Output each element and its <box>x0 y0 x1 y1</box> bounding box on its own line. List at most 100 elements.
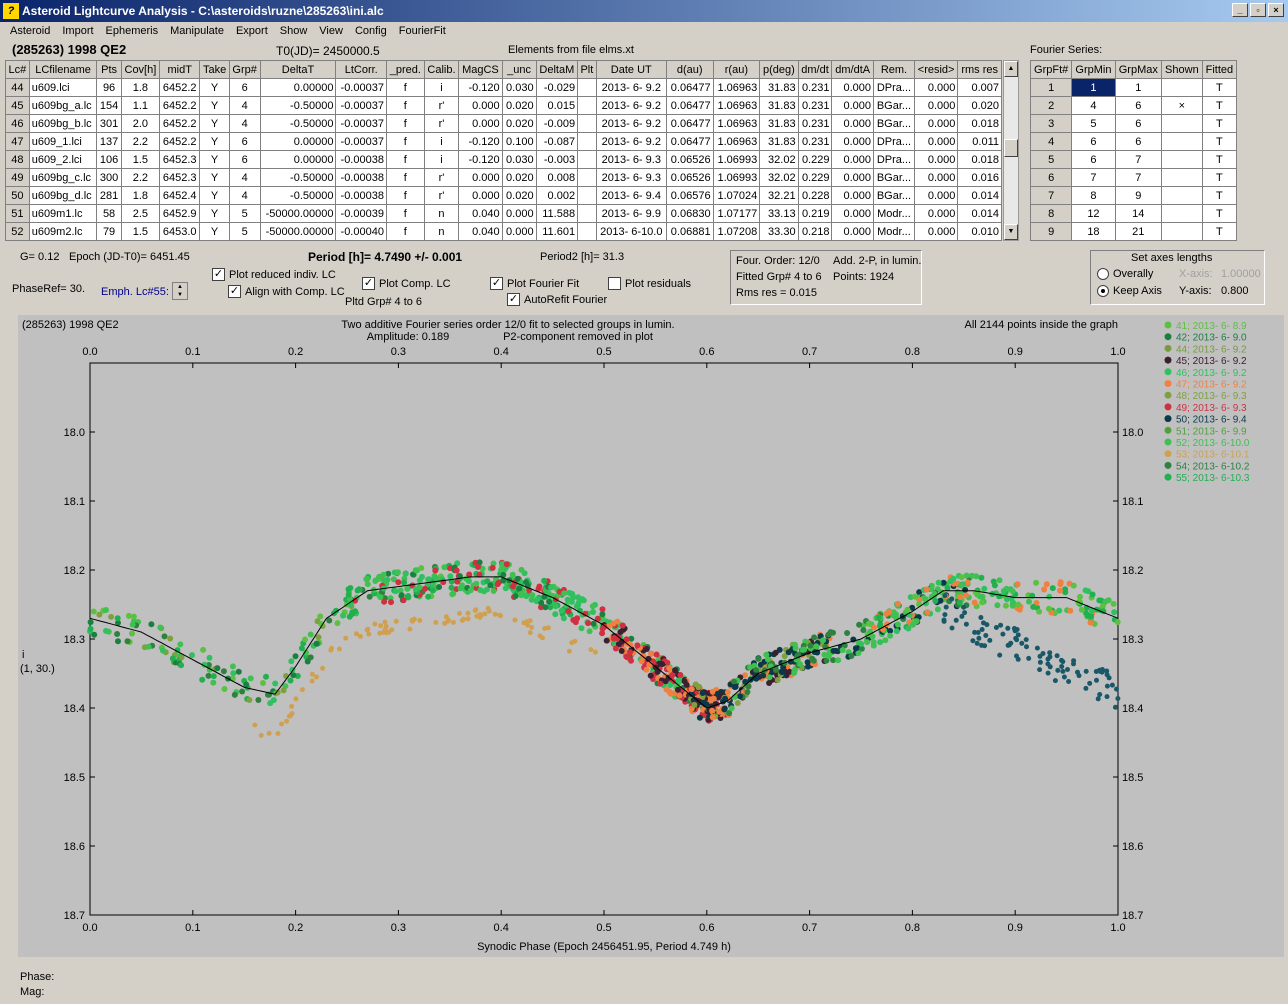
lc-column-header[interactable]: Lc# <box>5 60 30 79</box>
table-cell[interactable]: 6452.2 <box>159 96 201 115</box>
table-cell[interactable]: 1.1 <box>120 96 161 115</box>
table-cell[interactable]: 0.06477 <box>665 78 714 97</box>
close-button[interactable]: × <box>1268 3 1284 17</box>
lc-column-header[interactable]: LCfilename <box>28 60 98 79</box>
table-cell[interactable]: 1.06963 <box>712 132 761 151</box>
table-cell[interactable]: 11.601 <box>535 222 579 241</box>
table-cell[interactable]: 6452.3 <box>159 168 201 187</box>
table-cell[interactable]: × <box>1161 96 1203 115</box>
table-cell[interactable]: 0.06830 <box>665 204 714 223</box>
table-cell[interactable]: Y <box>199 96 230 115</box>
scroll-up-icon[interactable]: ▲ <box>1004 61 1018 77</box>
menu-import[interactable]: Import <box>56 23 99 41</box>
table-cell[interactable]: 0.000 <box>831 114 874 133</box>
table-cell[interactable] <box>577 96 597 115</box>
table-cell[interactable]: T <box>1201 168 1238 187</box>
table-cell[interactable]: 0.000 <box>913 168 959 187</box>
table-cell[interactable]: 6452.2 <box>159 114 201 133</box>
table-cell[interactable]: u609.lci <box>28 78 98 97</box>
table-cell[interactable]: -0.00037 <box>335 132 387 151</box>
table-cell[interactable]: 0.000 <box>831 150 874 169</box>
lc-column-header[interactable]: Cov[h] <box>120 60 161 79</box>
table-cell[interactable]: f <box>385 186 425 205</box>
table-cell[interactable]: 1.06963 <box>712 96 761 115</box>
lc-column-header[interactable]: Pts <box>96 60 122 79</box>
table-cell[interactable]: 0.002 <box>535 186 579 205</box>
table-cell[interactable] <box>1161 222 1203 241</box>
table-cell[interactable]: 2.5 <box>120 204 161 223</box>
table-cell[interactable]: 0.000 <box>831 78 874 97</box>
table-cell[interactable]: 52 <box>5 222 30 241</box>
table-cell[interactable]: 12 <box>1071 204 1116 223</box>
table-cell[interactable]: 154 <box>96 96 122 115</box>
table-cell[interactable]: BGar... <box>873 114 915 133</box>
table-cell[interactable]: 0.228 <box>797 186 833 205</box>
table-cell[interactable]: 0.06477 <box>665 132 714 151</box>
table-cell[interactable]: BGar... <box>873 186 915 205</box>
table-row[interactable]: 44 u609.lci 96 1.8 6452.2 Y 6 0.00000 -0.00037 f i… <box>5 78 1002 97</box>
table-cell[interactable]: 45 <box>5 96 30 115</box>
table-cell[interactable]: 0.040 <box>458 222 503 241</box>
table-cell[interactable]: 1.5 <box>120 222 161 241</box>
table-row[interactable]: 50 u609bg_d.lc 281 1.8 6452.4 Y 4 -0.50000 -0.00… <box>5 186 1002 205</box>
table-cell[interactable]: -0.029 <box>535 78 579 97</box>
table-cell[interactable]: -0.50000 <box>259 186 337 205</box>
table-cell[interactable]: i <box>423 78 460 97</box>
table-cell[interactable]: -0.120 <box>458 150 503 169</box>
table-cell[interactable]: 1 <box>1071 78 1116 97</box>
table-cell[interactable]: 0.100 <box>501 132 537 151</box>
table-row[interactable]: 111T <box>1029 78 1238 97</box>
table-cell[interactable]: 1.06963 <box>712 114 761 133</box>
table-cell[interactable]: 0.030 <box>501 150 537 169</box>
table-cell[interactable] <box>1161 132 1203 151</box>
table-cell[interactable]: 0.000 <box>458 114 503 133</box>
table-cell[interactable]: 2.2 <box>120 132 161 151</box>
table-row[interactable]: 9 18 21 T <box>1029 222 1238 241</box>
table-cell[interactable]: 0.231 <box>797 78 833 97</box>
table-cell[interactable]: 46 <box>5 114 30 133</box>
table-row[interactable]: 567 T <box>1029 150 1238 169</box>
fourier-series-table[interactable]: GrpFt# GrpMin GrpMax Shown Fitted 1 1 1 T 2 4 6 × T 3… <box>1029 60 1238 241</box>
table-cell[interactable]: Y <box>199 168 230 187</box>
lc-column-header[interactable]: _pred. <box>385 60 425 79</box>
table-cell[interactable]: 21 <box>1114 222 1163 241</box>
table-cell[interactable]: -0.00039 <box>335 204 387 223</box>
menu-view[interactable]: View <box>313 23 349 41</box>
table-cell[interactable]: 0.00000 <box>259 150 337 169</box>
table-cell[interactable]: 0.06881 <box>665 222 714 241</box>
lc-column-header[interactable]: Date UT <box>595 60 667 79</box>
table-cell[interactable]: 0.000 <box>831 132 874 151</box>
fourier-column-header[interactable]: GrpFt# <box>1029 60 1073 79</box>
plot-residuals-checkbox[interactable]: Plot residuals <box>608 277 691 290</box>
table-cell[interactable]: -0.009 <box>535 114 579 133</box>
table-cell[interactable]: 44 <box>5 78 30 97</box>
table-cell[interactable]: 1.8 <box>120 78 161 97</box>
table-cell[interactable]: 301 <box>96 114 122 133</box>
lc-column-header[interactable]: dm/dt <box>797 60 833 79</box>
table-cell[interactable]: 32.02 <box>759 168 799 187</box>
period2-value[interactable]: Period2 [h]= 31.3 <box>540 251 624 263</box>
table-cell[interactable]: 3 <box>1029 114 1073 133</box>
overally-radio[interactable]: Overally <box>1097 268 1153 280</box>
table-cell[interactable]: 7 <box>1071 168 1116 187</box>
scroll-thumb[interactable] <box>1004 139 1018 157</box>
table-cell[interactable]: -0.00038 <box>335 168 387 187</box>
table-cell[interactable]: n <box>423 204 460 223</box>
table-cell[interactable]: 0.218 <box>797 222 833 241</box>
lightcurve-plot[interactable]: 0.0 0.0 0.1 0.1 0.2 0.2 0.3 0.3 0.4 0.4 0.5 0.5 0.6 0… <box>18 315 1284 957</box>
table-cell[interactable]: 0.000 <box>913 222 959 241</box>
table-cell[interactable]: T <box>1201 114 1238 133</box>
plot-fourier-checkbox[interactable]: ✓ Plot Fourier Fit <box>490 277 579 290</box>
table-cell[interactable]: 2013- 6- 9.2 <box>595 114 667 133</box>
table-cell[interactable]: 0.231 <box>797 96 833 115</box>
table-cell[interactable] <box>577 222 597 241</box>
autorefit-checkbox[interactable]: ✓ AutoRefit Fourier <box>507 293 607 306</box>
table-cell[interactable]: 2013- 6- 9.4 <box>595 186 667 205</box>
emph-lc-spinner[interactable]: ▲ ▼ <box>172 282 188 300</box>
table-row[interactable]: 52 u609m2.lc 79 1.5 6453.0 Y 5 -50000.00000 -0.0… <box>5 222 1002 241</box>
table-cell[interactable] <box>577 150 597 169</box>
lc-column-header[interactable]: d(au) <box>665 60 714 79</box>
table-cell[interactable]: -0.120 <box>458 78 503 97</box>
table-cell[interactable]: 50 <box>5 186 30 205</box>
table-cell[interactable]: u609m1.lc <box>28 204 98 223</box>
